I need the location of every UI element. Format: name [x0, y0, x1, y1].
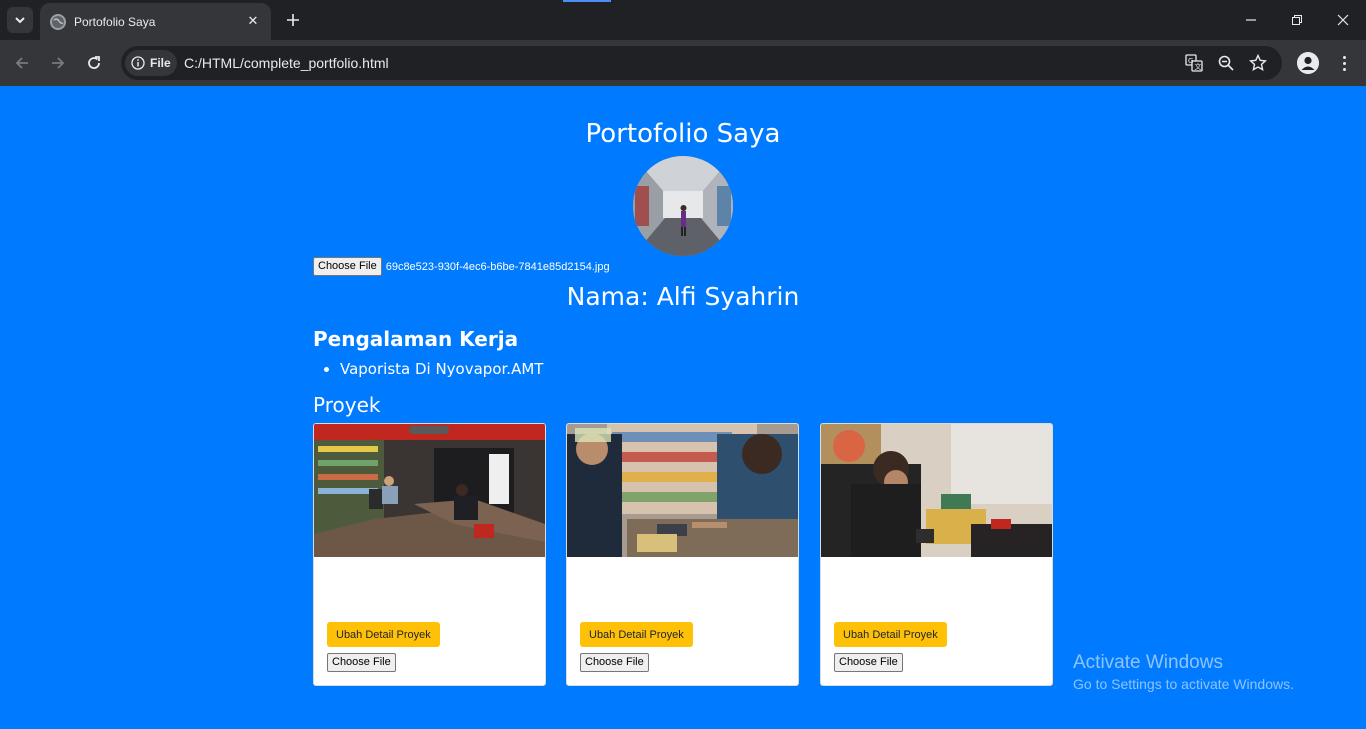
- choose-file-button[interactable]: Choose File: [313, 257, 382, 276]
- chosen-file-name: 69c8e523-930f-4ec6-b6be-7841e85d2154.jpg: [385, 260, 610, 273]
- url-text[interactable]: C:/HTML/complete_portfolio.html: [184, 55, 389, 71]
- minimize-icon: [1246, 19, 1256, 21]
- arrow-left-icon: [15, 57, 28, 69]
- projects-heading: Proyek: [313, 393, 381, 417]
- new-tab-button[interactable]: [282, 9, 304, 31]
- project-card-2: Ubah Detail Proyek Choose File: [566, 423, 799, 686]
- plus-icon: [287, 14, 299, 26]
- info-icon: [131, 56, 145, 70]
- project-card-1: Ubah Detail Proyek Choose File: [313, 423, 546, 686]
- close-window-button[interactable]: [1320, 0, 1366, 40]
- profile-photo: [633, 156, 733, 256]
- back-button[interactable]: [10, 51, 34, 75]
- edit-project-button[interactable]: Ubah Detail Proyek: [327, 622, 440, 647]
- choose-file-button[interactable]: Choose File: [580, 653, 649, 672]
- experience-item: Vaporista Di Nyovapor.AMT: [340, 360, 543, 378]
- minimize-button[interactable]: [1228, 0, 1274, 40]
- activate-windows-title: Activate Windows: [1073, 652, 1223, 673]
- translate-icon[interactable]: G文: [1184, 53, 1204, 73]
- chevron-down-icon: [15, 17, 25, 24]
- forward-button[interactable]: [46, 51, 70, 75]
- tab-strip: Portofolio Saya ✕: [0, 0, 1366, 40]
- browser-tab[interactable]: Portofolio Saya ✕: [40, 3, 271, 40]
- address-bar[interactable]: File C:/HTML/complete_portfolio.html G文: [121, 46, 1282, 80]
- tab-title: Portofolio Saya: [74, 14, 156, 29]
- restore-icon: [1292, 15, 1302, 25]
- close-icon: [1337, 14, 1349, 26]
- activate-windows-subtitle: Go to Settings to activate Windows.: [1073, 676, 1294, 692]
- edit-project-button[interactable]: Ubah Detail Proyek: [580, 622, 693, 647]
- profile-photo-upload: Choose File 69c8e523-930f-4ec6-b6be-7841…: [313, 257, 610, 276]
- svg-text:文: 文: [1195, 62, 1202, 71]
- experience-list: Vaporista Di Nyovapor.AMT: [340, 360, 543, 378]
- project-card-3: Ubah Detail Proyek Choose File: [820, 423, 1053, 686]
- project-photo-3: [821, 424, 1052, 557]
- arrow-right-icon: [52, 57, 65, 69]
- site-info-chip[interactable]: File: [125, 50, 177, 76]
- project-photo-2: [567, 424, 798, 557]
- tab-drag-indicator: [563, 0, 611, 2]
- globe-icon: [50, 13, 66, 30]
- choose-file-button[interactable]: Choose File: [327, 653, 396, 672]
- profile-avatar-icon[interactable]: [1297, 52, 1319, 74]
- close-tab-icon[interactable]: ✕: [245, 14, 261, 29]
- reload-icon: [88, 56, 100, 69]
- file-scheme-label: File: [150, 56, 171, 70]
- experience-heading: Pengalaman Kerja: [313, 327, 519, 351]
- more-menu-icon[interactable]: [1336, 52, 1352, 74]
- choose-file-button[interactable]: Choose File: [834, 653, 903, 672]
- restore-button[interactable]: [1274, 0, 1320, 40]
- bookmark-star-icon[interactable]: [1248, 53, 1268, 73]
- svg-text:G: G: [1188, 57, 1193, 65]
- zoom-icon[interactable]: [1216, 53, 1236, 73]
- browser-toolbar: File C:/HTML/complete_portfolio.html G文: [0, 40, 1366, 86]
- page-title: Portofolio Saya: [585, 119, 781, 149]
- project-photo-1: [314, 424, 545, 557]
- tab-search-button[interactable]: [7, 7, 33, 33]
- reload-button[interactable]: [82, 51, 106, 75]
- page-content: Portofolio Saya Choose File 69c8e523-930…: [0, 86, 1366, 729]
- edit-project-button[interactable]: Ubah Detail Proyek: [834, 622, 947, 647]
- name-heading: Nama: Alfi Syahrin: [566, 282, 800, 311]
